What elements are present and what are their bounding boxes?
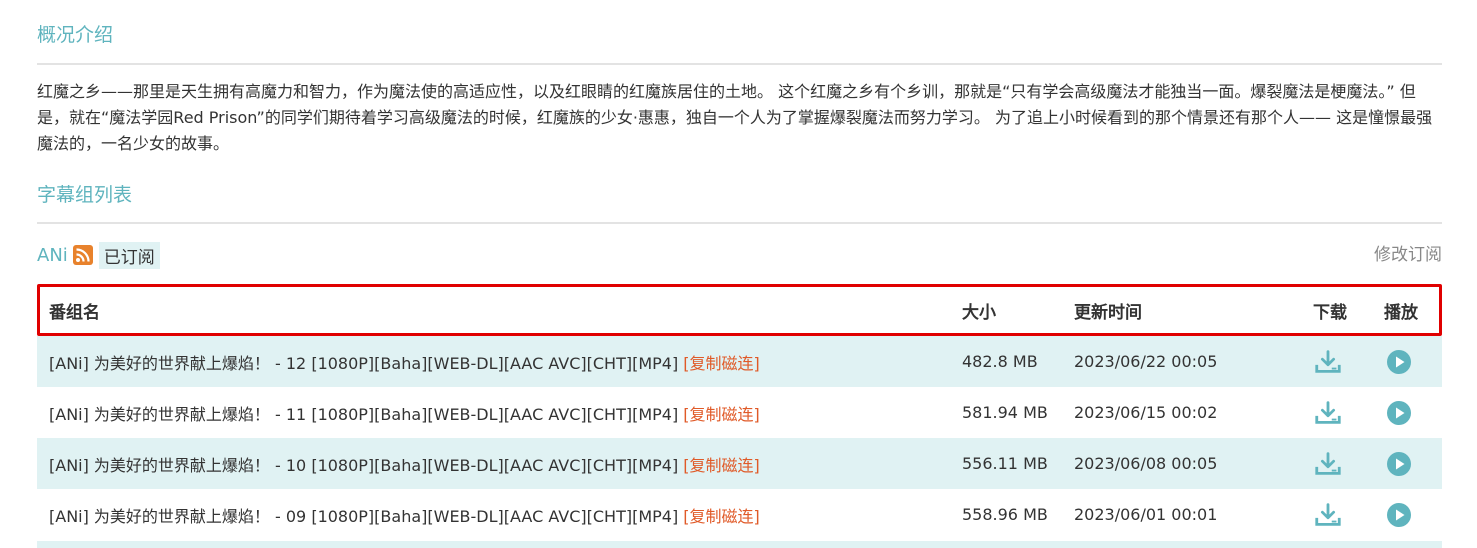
header-name: 番组名 xyxy=(49,302,100,323)
file-size: 556.11 MB xyxy=(962,454,1048,473)
rss-icon[interactable] xyxy=(72,245,93,265)
overview-text: 红魔之乡——那里是天生拥有高魔力和智力，作为魔法使的高适应性，以及红眼睛的红魔族… xyxy=(37,82,1433,153)
file-size: 558.96 MB xyxy=(962,505,1048,524)
play-icon[interactable] xyxy=(1384,500,1414,530)
header-play: 播放 xyxy=(1384,302,1418,323)
table-row: [ANi] 为美好的世界献上爆焰！ - 12 [1080P][Baha][WEB… xyxy=(37,336,1442,387)
subtitle-groups-title: 字幕组列表 xyxy=(37,184,133,206)
episode-title: [ANi] 为美好的世界献上爆焰！ - 10 [1080P][Baha][WEB… xyxy=(49,455,679,475)
table-row: [ANi] 为美好的世界献上爆焰！ - 09 [1080P][Baha][WEB… xyxy=(37,489,1442,540)
file-size: 581.94 MB xyxy=(962,403,1048,422)
divider xyxy=(37,63,1442,65)
copy-magnet-link[interactable]: [复制磁连] xyxy=(683,401,760,425)
subscribed-badge: 已订阅 xyxy=(98,241,160,269)
divider xyxy=(37,222,1442,224)
table-row: [ANi] 为美好的世界献上爆焰！ - 11 [1080P][Baha][WEB… xyxy=(37,387,1442,438)
table-row-partial xyxy=(37,541,1442,548)
copy-magnet-link[interactable]: [复制磁连] xyxy=(683,452,760,476)
header-size: 大小 xyxy=(962,302,996,323)
update-time: 2023/06/22 00:05 xyxy=(1074,352,1218,371)
update-time: 2023/06/08 00:05 xyxy=(1074,454,1218,473)
copy-magnet-link[interactable]: [复制磁连] xyxy=(683,350,760,374)
table-header: 番组名 大小 更新时间 下载 播放 xyxy=(37,284,1442,336)
copy-magnet-link[interactable]: [复制磁连] xyxy=(683,503,760,527)
episode-table: 番组名 大小 更新时间 下载 播放 [ANi] 为美好的世界献上爆焰！ - 12… xyxy=(37,284,1442,540)
group-header: ANi 已订阅 xyxy=(37,241,160,269)
episode-title: [ANi] 为美好的世界献上爆焰！ - 12 [1080P][Baha][WEB… xyxy=(49,353,679,373)
file-size: 482.8 MB xyxy=(962,352,1038,371)
header-updated: 更新时间 xyxy=(1074,302,1142,323)
download-icon[interactable] xyxy=(1313,449,1343,479)
play-icon[interactable] xyxy=(1384,398,1414,428)
overview-title: 概况介绍 xyxy=(37,24,114,46)
episode-title: [ANi] 为美好的世界献上爆焰！ - 11 [1080P][Baha][WEB… xyxy=(49,404,679,424)
download-icon[interactable] xyxy=(1313,347,1343,377)
table-row: [ANi] 为美好的世界献上爆焰！ - 10 [1080P][Baha][WEB… xyxy=(37,438,1442,489)
play-icon[interactable] xyxy=(1384,449,1414,479)
edit-subscription-link[interactable]: 修改订阅 xyxy=(1374,240,1442,265)
episode-title: [ANi] 为美好的世界献上爆焰！ - 09 [1080P][Baha][WEB… xyxy=(49,506,679,526)
download-icon[interactable] xyxy=(1313,500,1343,530)
update-time: 2023/06/01 00:01 xyxy=(1074,505,1218,524)
download-icon[interactable] xyxy=(1313,398,1343,428)
update-time: 2023/06/15 00:02 xyxy=(1074,403,1218,422)
play-icon[interactable] xyxy=(1384,347,1414,377)
header-download: 下载 xyxy=(1313,302,1347,323)
group-name-link[interactable]: ANi xyxy=(37,245,68,266)
